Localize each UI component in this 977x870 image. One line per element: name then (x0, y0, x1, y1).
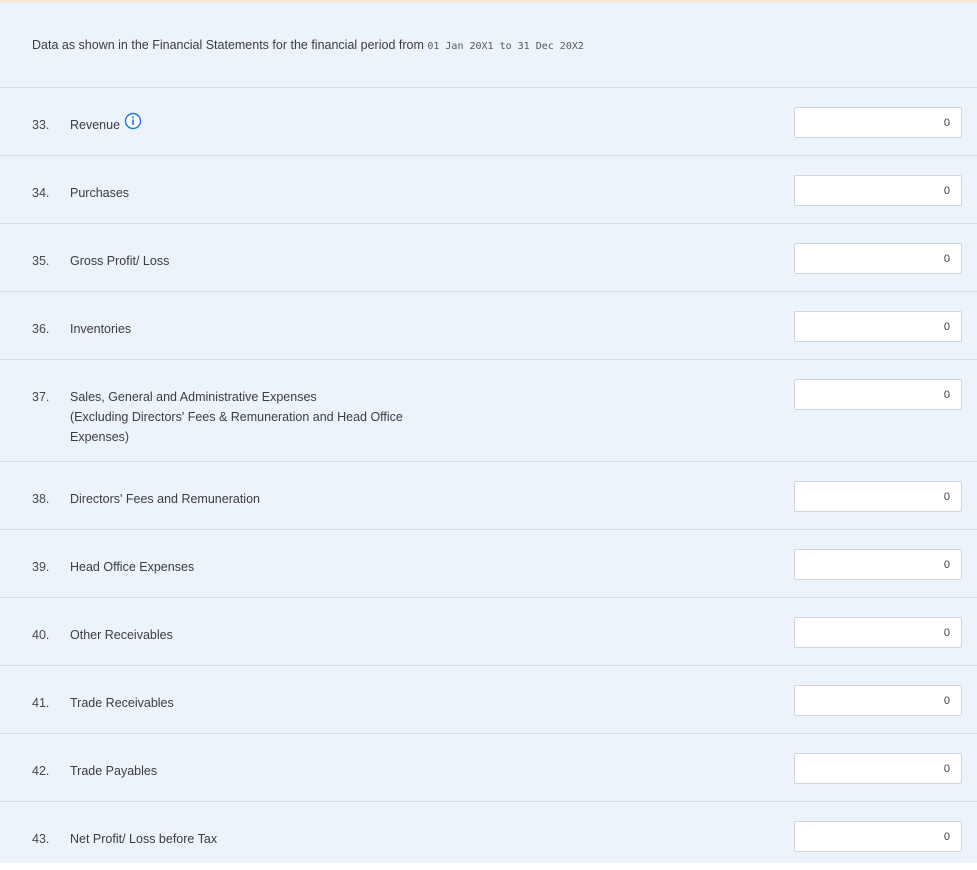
field-label-gross-profit: Gross Profit/ Loss (70, 254, 170, 268)
field-number: 39. (32, 560, 50, 574)
field-row-sga-expenses: 37. Sales, General and Administrative Ex… (0, 360, 977, 462)
field-label-inventories: Inventories (70, 322, 132, 336)
financial-period: 01 Jan 20X1 to 31 Dec 20X2 (427, 41, 584, 52)
field-row-trade-payables: 42. Trade Payables (0, 734, 977, 802)
field-row-revenue: 33. Revenue (0, 88, 977, 156)
field-row-purchases: 34. Purchases (0, 156, 977, 224)
field-number: 42. (32, 764, 50, 778)
field-row-net-profit: 43. Net Profit/ Loss before Tax (0, 802, 977, 870)
field-number: 35. (32, 254, 50, 268)
field-label-directors-fees: Directors' Fees and Remuneration (70, 492, 260, 506)
field-number: 33. (32, 118, 50, 132)
field-label-trade-payables: Trade Payables (70, 764, 158, 778)
field-row-other-receivables: 40. Other Receivables (0, 598, 977, 666)
trade-receivables-input[interactable] (794, 685, 962, 716)
field-row-directors-fees: 38. Directors' Fees and Remuneration (0, 462, 977, 530)
net-profit-input[interactable] (794, 821, 962, 852)
sga-expenses-input[interactable] (794, 379, 962, 410)
directors-fees-input[interactable] (794, 481, 962, 512)
head-office-expenses-input[interactable] (794, 549, 962, 580)
field-sublabel: (Excluding Directors' Fees & Remuneratio… (70, 410, 403, 424)
field-sublabel: Expenses) (70, 430, 130, 444)
field-number: 41. (32, 696, 50, 710)
field-number: 43. (32, 832, 50, 846)
purchases-input[interactable] (794, 175, 962, 206)
field-label-net-profit: Net Profit/ Loss before Tax (70, 832, 218, 846)
field-number: 36. (32, 322, 50, 336)
field-number: 37. (32, 390, 50, 404)
field-label-other-receivables: Other Receivables (70, 628, 173, 642)
field-number: 38. (32, 492, 50, 506)
info-icon[interactable] (124, 112, 142, 136)
gross-profit-input[interactable] (794, 243, 962, 274)
field-row-inventories: 36. Inventories (0, 292, 977, 360)
financial-statements-form: Data as shown in the Financial Statement… (0, 0, 977, 863)
revenue-input[interactable] (794, 107, 962, 138)
field-row-head-office-expenses: 39. Head Office Expenses (0, 530, 977, 598)
trade-payables-input[interactable] (794, 753, 962, 784)
inventories-input[interactable] (794, 311, 962, 342)
field-row-gross-profit: 35. Gross Profit/ Loss (0, 224, 977, 292)
field-label-trade-receivables: Trade Receivables (70, 696, 174, 710)
field-number: 34. (32, 186, 50, 200)
field-label-head-office-expenses: Head Office Expenses (70, 560, 195, 574)
other-receivables-input[interactable] (794, 617, 962, 648)
field-label-sga-expenses: Sales, General and Administrative Expens… (70, 387, 403, 447)
field-number: 40. (32, 628, 50, 642)
field-label-purchases: Purchases (70, 186, 130, 200)
form-header: Data as shown in the Financial Statement… (0, 3, 977, 88)
field-label-revenue: Revenue (70, 112, 142, 136)
field-row-trade-receivables: 41. Trade Receivables (0, 666, 977, 734)
header-text: Data as shown in the Financial Statement… (32, 38, 428, 52)
